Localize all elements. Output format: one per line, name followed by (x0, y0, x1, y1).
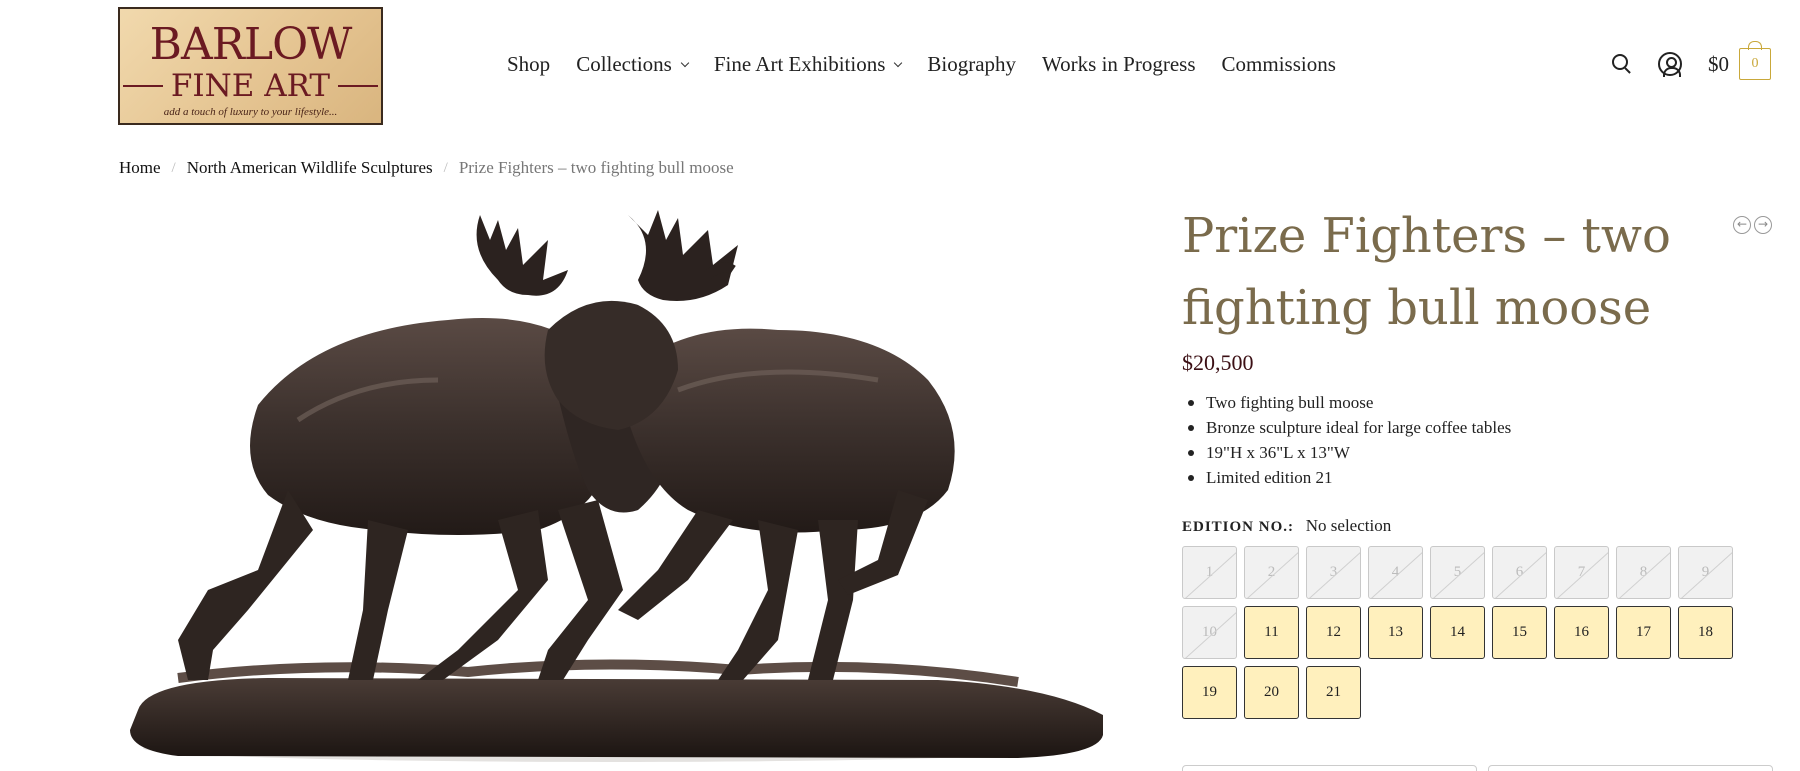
previous-product-icon[interactable]: ← (1733, 216, 1751, 234)
edition-swatches: 1 2 3 4 5 6 7 8 9 10 11 12 13 14 15 16 17 18 19 20 21 (1182, 546, 1733, 719)
nav-collections[interactable]: Collections (576, 52, 690, 77)
breadcrumb: Home / North American Wildlife Sculpture… (119, 158, 734, 178)
feature-item: Limited edition 21 (1182, 465, 1511, 490)
breadcrumb-separator: / (171, 159, 176, 176)
chevron-down-icon (894, 58, 903, 67)
feature-item: Two fighting bull moose (1182, 390, 1511, 415)
nav-biography[interactable]: Biography (927, 52, 1016, 77)
logo-line-1: BARLOW (149, 19, 353, 70)
edition-label-row: EDITION NO.: No selection (1182, 516, 1391, 536)
main-nav: Shop Collections Fine Art Exhibitions Bi… (507, 52, 1362, 77)
logo-line-2-row: FINE ART (120, 69, 381, 103)
product-image[interactable] (118, 210, 1108, 771)
feature-item: Bronze sculpture ideal for large coffee … (1182, 415, 1511, 440)
product-price: $20,500 (1182, 350, 1254, 375)
edition-swatch-13[interactable]: 13 (1368, 606, 1423, 659)
edition-swatch-18[interactable]: 18 (1678, 606, 1733, 659)
edition-swatch-20[interactable]: 20 (1244, 666, 1299, 719)
edition-label: EDITION NO.: (1182, 519, 1295, 535)
cart-total[interactable]: $0 (1708, 52, 1729, 77)
nav-works-in-progress[interactable]: Works in Progress (1042, 52, 1195, 77)
edition-swatch-9: 9 (1678, 546, 1733, 599)
header-icons: $0 0 (1610, 41, 1771, 80)
edition-swatch-7: 7 (1554, 546, 1609, 599)
breadcrumb-current: Prize Fighters – two fighting bull moose (458, 158, 734, 177)
logo-tagline: add a touch of luxury to your lifestyle.… (163, 106, 338, 118)
edition-swatch-12[interactable]: 12 (1306, 606, 1361, 659)
edition-swatch-8: 8 (1616, 546, 1671, 599)
quantity-field[interactable] (1182, 765, 1477, 771)
nav-commissions-label: Commissions (1221, 52, 1336, 76)
product-title: Prize Fighters – two fighting bull moose (1182, 208, 1671, 336)
edition-swatch-1: 1 (1182, 546, 1237, 599)
edition-swatch-15[interactable]: 15 (1492, 606, 1547, 659)
search-icon[interactable] (1610, 52, 1634, 76)
edition-swatch-16[interactable]: 16 (1554, 606, 1609, 659)
nav-commissions[interactable]: Commissions (1222, 52, 1336, 77)
edition-swatch-11[interactable]: 11 (1244, 606, 1299, 659)
edition-swatch-6: 6 (1492, 546, 1547, 599)
nav-shop[interactable]: Shop (507, 52, 550, 77)
next-product-icon[interactable]: → (1754, 216, 1772, 234)
logo-line-2: FINE ART (170, 68, 331, 104)
edition-swatch-5: 5 (1430, 546, 1485, 599)
breadcrumb-separator: / (443, 159, 448, 176)
edition-swatch-2: 2 (1244, 546, 1299, 599)
breadcrumb-category[interactable]: North American Wildlife Sculptures (187, 158, 433, 178)
add-to-cart-button[interactable] (1488, 765, 1773, 771)
breadcrumb-home[interactable]: Home (119, 158, 161, 178)
logo-dash-left (122, 85, 163, 87)
account-icon[interactable] (1658, 52, 1682, 77)
cart-bag-icon[interactable]: 0 (1739, 41, 1771, 80)
nav-works-in-progress-label: Works in Progress (1042, 52, 1196, 76)
logo-dash-right (338, 85, 379, 87)
edition-swatch-3: 3 (1306, 546, 1361, 599)
chevron-down-icon (680, 58, 690, 67)
nav-biography-label: Biography (927, 52, 1017, 76)
nav-fine-art-exhibitions-label: Fine Art Exhibitions (713, 52, 886, 76)
product-features: Two fighting bull moose Bronze sculpture… (1182, 390, 1511, 490)
site-logo[interactable]: BARLOW FINE ART add a touch of luxury to… (118, 7, 383, 125)
edition-swatch-4: 4 (1368, 546, 1423, 599)
edition-swatch-10: 10 (1182, 606, 1237, 659)
nav-shop-label: Shop (507, 52, 551, 76)
edition-swatch-19[interactable]: 19 (1182, 666, 1237, 719)
edition-swatch-21[interactable]: 21 (1306, 666, 1361, 719)
feature-item: 19"H x 36"L x 13"W (1182, 440, 1511, 465)
product-pagination: ← → (1733, 216, 1772, 234)
edition-swatch-14[interactable]: 14 (1430, 606, 1485, 659)
edition-selected-value: No selection (1305, 516, 1392, 535)
nav-collections-label: Collections (576, 52, 672, 76)
nav-fine-art-exhibitions[interactable]: Fine Art Exhibitions (713, 52, 903, 77)
edition-swatch-17[interactable]: 17 (1616, 606, 1671, 659)
